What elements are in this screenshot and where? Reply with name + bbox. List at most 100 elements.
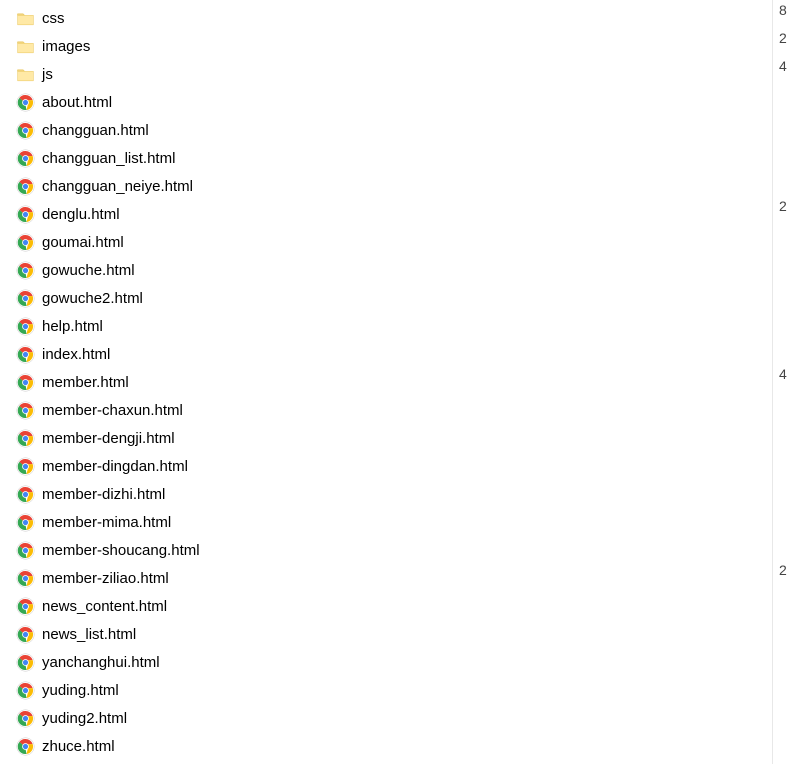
right-edge-cell [773, 84, 796, 112]
right-edge-cell: 2 [773, 196, 796, 224]
file-name: gowuche.html [42, 262, 135, 279]
file-name: denglu.html [42, 206, 120, 223]
file-name: css [42, 10, 65, 27]
file-row[interactable]: help.html [10, 312, 796, 340]
file-name: yanchanghui.html [42, 654, 160, 671]
file-name: yuding.html [42, 682, 119, 699]
chrome-file-icon [14, 511, 36, 533]
file-name: help.html [42, 318, 103, 335]
file-row[interactable]: member.html [10, 368, 796, 396]
file-row[interactable]: gowuche.html [10, 256, 796, 284]
file-row[interactable]: changguan.html [10, 116, 796, 144]
file-row[interactable]: images [10, 32, 796, 60]
right-edge-cell [773, 504, 796, 532]
chrome-file-icon [14, 175, 36, 197]
chrome-file-icon [14, 371, 36, 393]
file-row[interactable]: denglu.html [10, 200, 796, 228]
file-row[interactable]: index.html [10, 340, 796, 368]
file-row[interactable]: goumai.html [10, 228, 796, 256]
file-row[interactable]: yuding.html [10, 676, 796, 704]
chrome-file-icon [14, 203, 36, 225]
file-row[interactable]: member-dizhi.html [10, 480, 796, 508]
chrome-file-icon [14, 455, 36, 477]
file-name: gowuche2.html [42, 290, 143, 307]
file-name: news_list.html [42, 626, 136, 643]
file-name: member-shoucang.html [42, 542, 200, 559]
file-name: news_content.html [42, 598, 167, 615]
chrome-file-icon [14, 91, 36, 113]
right-edge-cell [773, 168, 796, 196]
chrome-file-icon [14, 735, 36, 757]
file-row[interactable]: member-dengji.html [10, 424, 796, 452]
chrome-file-icon [14, 707, 36, 729]
file-name: js [42, 66, 53, 83]
file-row[interactable]: changguan_list.html [10, 144, 796, 172]
file-row[interactable]: news_content.html [10, 592, 796, 620]
file-name: yuding2.html [42, 710, 127, 727]
file-name: zhuce.html [42, 738, 115, 755]
file-row[interactable]: about.html [10, 88, 796, 116]
right-edge-cell [773, 112, 796, 140]
file-name: changguan_neiye.html [42, 178, 193, 195]
chrome-file-icon [14, 399, 36, 421]
chrome-file-icon [14, 427, 36, 449]
file-row[interactable]: css [10, 4, 796, 32]
file-row[interactable]: yanchanghui.html [10, 648, 796, 676]
file-row[interactable]: changguan_neiye.html [10, 172, 796, 200]
file-name: about.html [42, 94, 112, 111]
file-name: images [42, 38, 90, 55]
file-row[interactable]: member-chaxun.html [10, 396, 796, 424]
file-name: changguan_list.html [42, 150, 175, 167]
file-row[interactable]: member-shoucang.html [10, 536, 796, 564]
file-row[interactable]: news_list.html [10, 620, 796, 648]
right-edge-cell: 2 [773, 560, 796, 588]
file-row[interactable]: member-mima.html [10, 508, 796, 536]
chrome-file-icon [14, 623, 36, 645]
folder-icon [14, 35, 36, 57]
file-row[interactable]: member-ziliao.html [10, 564, 796, 592]
chrome-file-icon [14, 315, 36, 337]
right-edge-cell: 8 [773, 0, 796, 28]
right-edge-cell [773, 252, 796, 280]
file-name: member-dizhi.html [42, 486, 165, 503]
file-row[interactable]: js [10, 60, 796, 88]
file-row[interactable]: gowuche2.html [10, 284, 796, 312]
folder-icon [14, 7, 36, 29]
file-name: member-mima.html [42, 514, 171, 531]
chrome-file-icon [14, 679, 36, 701]
chrome-file-icon [14, 567, 36, 589]
file-name: member.html [42, 374, 129, 391]
right-edge-cell: 4 [773, 56, 796, 84]
right-edge-cell [773, 532, 796, 560]
file-row[interactable]: yuding2.html [10, 704, 796, 732]
right-edge-cell: 2 [773, 28, 796, 56]
right-edge-cell [773, 336, 796, 364]
right-edge-cell [773, 280, 796, 308]
chrome-file-icon [14, 539, 36, 561]
right-edge-cell [773, 308, 796, 336]
file-list: css images js about.html changguan.html … [0, 0, 796, 760]
right-edge-cell: 4 [773, 364, 796, 392]
right-edge-cell [773, 224, 796, 252]
right-column-fragment: 824242 [772, 0, 796, 764]
chrome-file-icon [14, 343, 36, 365]
chrome-file-icon [14, 259, 36, 281]
right-edge-cell [773, 392, 796, 420]
folder-icon [14, 63, 36, 85]
file-row[interactable]: zhuce.html [10, 732, 796, 760]
file-name: changguan.html [42, 122, 149, 139]
chrome-file-icon [14, 119, 36, 141]
file-name: member-dingdan.html [42, 458, 188, 475]
file-name: index.html [42, 346, 110, 363]
file-name: member-dengji.html [42, 430, 175, 447]
right-edge-cell [773, 448, 796, 476]
chrome-file-icon [14, 651, 36, 673]
right-edge-cell [773, 476, 796, 504]
chrome-file-icon [14, 287, 36, 309]
right-edge-cell [773, 140, 796, 168]
file-name: member-chaxun.html [42, 402, 183, 419]
right-edge-cell [773, 420, 796, 448]
file-name: member-ziliao.html [42, 570, 169, 587]
chrome-file-icon [14, 231, 36, 253]
file-row[interactable]: member-dingdan.html [10, 452, 796, 480]
